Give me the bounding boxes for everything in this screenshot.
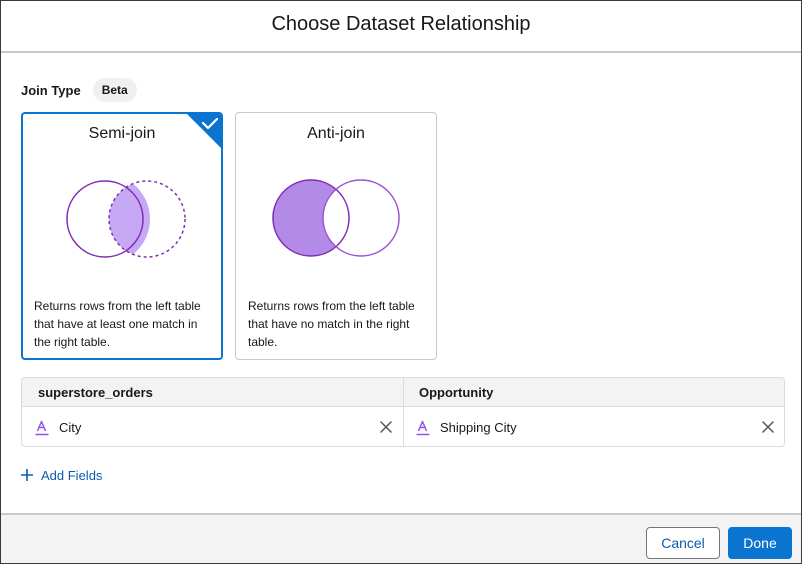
- beta-badge: Beta: [92, 78, 137, 102]
- anti-join-title: Anti-join: [307, 125, 365, 142]
- column-divider: [403, 378, 404, 446]
- semi-join-card[interactable]: Semi-join Returns rows from the left tab…: [21, 112, 223, 360]
- left-dataset-name: superstore_orders: [38, 385, 153, 400]
- text-field-icon: [35, 420, 49, 435]
- add-fields-button[interactable]: Add Fields: [21, 465, 102, 485]
- semi-join-venn-diagram: [66, 180, 186, 258]
- relationship-modal: Choose Dataset Relationship Join Type Be…: [0, 0, 802, 564]
- right-dataset-name: Opportunity: [419, 385, 494, 400]
- semi-join-description: Returns rows from the left table that ha…: [34, 299, 201, 349]
- modal-footer: Cancel Done: [1, 513, 801, 563]
- modal-header: Choose Dataset Relationship: [1, 1, 801, 53]
- anti-join-description: Returns rows from the left table that ha…: [248, 299, 415, 349]
- remove-right-field-button[interactable]: [759, 418, 777, 436]
- anti-join-venn-diagram: [272, 179, 400, 257]
- left-field-name: City: [59, 420, 82, 435]
- plus-icon: [21, 469, 33, 481]
- text-field-icon: [416, 420, 430, 435]
- semi-join-intersection: [109, 181, 150, 257]
- join-type-label: Join Type: [21, 82, 81, 98]
- close-icon: [762, 421, 774, 433]
- join-type-row: Join Type Beta: [21, 78, 137, 102]
- done-button[interactable]: Done: [728, 527, 792, 559]
- check-icon: [187, 114, 221, 148]
- remove-left-field-button[interactable]: [377, 418, 395, 436]
- right-field-cell[interactable]: Shipping City: [416, 408, 517, 446]
- modal-title: Choose Dataset Relationship: [271, 12, 531, 35]
- anti-join-card[interactable]: Anti-join Returns rows from the left tab…: [235, 112, 437, 360]
- cancel-button[interactable]: Cancel: [646, 527, 720, 559]
- add-fields-label: Add Fields: [41, 467, 103, 483]
- right-field-name: Shipping City: [440, 420, 517, 435]
- left-field-cell[interactable]: City: [35, 408, 82, 446]
- field-mapping-table: superstore_orders Opportunity City Shipp…: [21, 377, 785, 447]
- close-icon: [380, 421, 392, 433]
